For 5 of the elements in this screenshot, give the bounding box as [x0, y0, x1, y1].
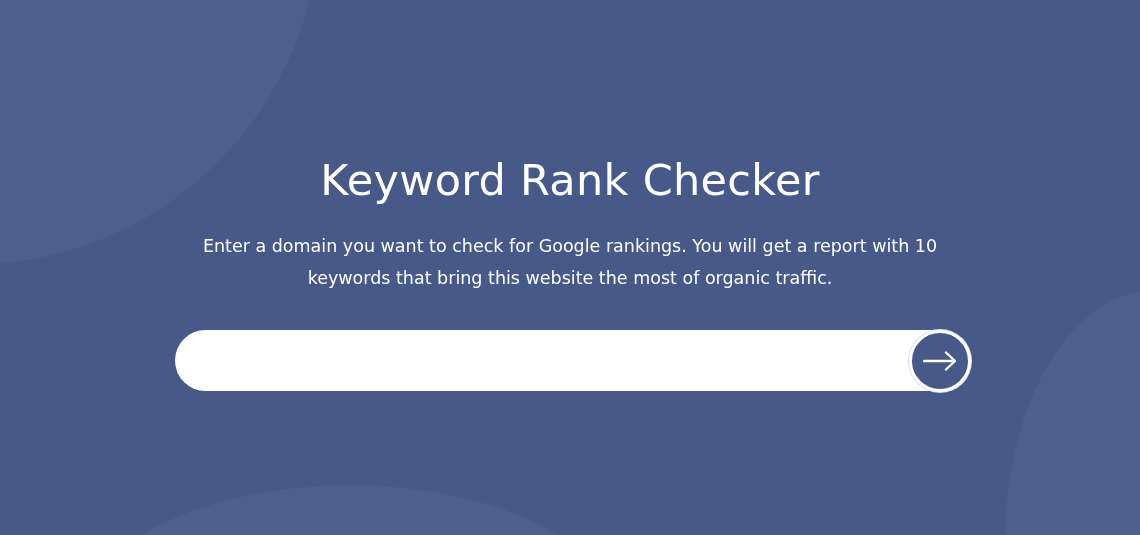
domain-input-field[interactable] — [175, 330, 969, 391]
submit-button[interactable] — [909, 329, 971, 392]
description-text: Enter a domain you want to check for Google rankings. You will get a report with 10 keywords that bring this website the most of organic traffic. — [201, 235, 939, 290]
page-title: Keyword Rank Checker — [320, 154, 820, 207]
arrow-right-icon — [923, 350, 957, 371]
